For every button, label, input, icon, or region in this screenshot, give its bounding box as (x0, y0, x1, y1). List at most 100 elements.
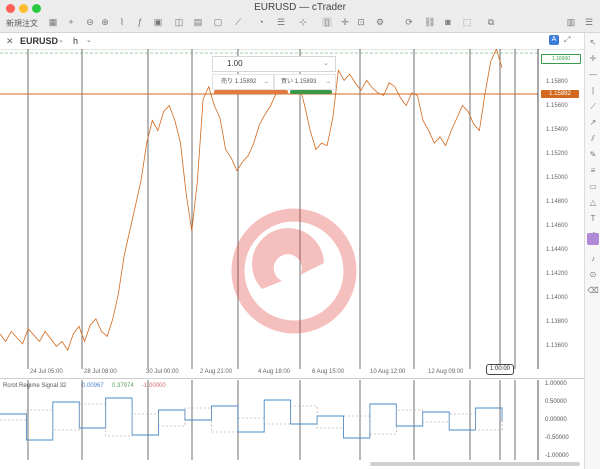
buy-price: 1.15893 (294, 79, 317, 85)
ctrader-logo-watermark: cTrader (231, 208, 357, 334)
screenshot-icon[interactable]: ◙ (443, 17, 453, 27)
window-title: EURUSD — cTrader (254, 2, 346, 13)
camera-icon[interactable]: ◫ (174, 17, 184, 27)
crosshair-icon[interactable]: ✛ (340, 17, 350, 27)
expand-chart-icon[interactable]: ⤢ (564, 35, 570, 45)
fibonacci-tool-icon[interactable]: ≡ (587, 165, 599, 177)
grid-icon[interactable]: ▤ (193, 17, 203, 27)
sell-price: 1.15892 (234, 79, 257, 85)
sell-button[interactable]: 売り 1.15892 → (212, 74, 274, 90)
zoom-in-icon[interactable]: ⊕ (100, 17, 110, 27)
price-tick-label: 1.14000 (546, 295, 568, 301)
oscillator-tick-label: 0.50000 (545, 399, 567, 405)
drawing-icon[interactable]: ▢ (213, 17, 223, 27)
timeframe-selector[interactable]: h (73, 36, 78, 46)
bell-icon[interactable]: ♪ (587, 253, 599, 265)
symbol-selector[interactable]: EURUSD (20, 36, 58, 46)
drawing-tools-panel: ↖ ✛ — | ⟋ ↗ ⫽ ✎ ≡ ▭ △ T ➚ ♪ ⊙ ⌫ (584, 33, 600, 469)
window-titlebar: EURUSD — cTrader 新規注文 ▦ + ⊖ ⊕ ⌇ ƒ ▣ ◫ ▤ … (0, 0, 600, 33)
pointer-mode-icon[interactable]: ▯ (322, 17, 332, 27)
auto-scroll-icon[interactable]: A (549, 35, 559, 45)
time-tick-label: 4 Aug 18:00 (258, 369, 291, 375)
arrow-right-icon: → (325, 79, 331, 85)
top-price-marker: 1.16000 (541, 54, 581, 64)
chart-settings-icon[interactable]: ⚙ (375, 17, 385, 27)
time-tick-label: 30 Jul 00:00 (146, 369, 179, 375)
pointer-tool-icon[interactable]: ↖ (587, 37, 599, 49)
vertical-line-tool-icon[interactable]: | (587, 85, 599, 97)
price-tick-label: 1.13600 (546, 343, 568, 349)
time-tick-label: 24 Jul 05:00 (30, 369, 63, 375)
list-icon[interactable]: ☰ (276, 17, 286, 27)
current-price-label: 1.15892 (541, 90, 579, 98)
crosshair-tool-icon[interactable]: ✛ (587, 53, 599, 65)
detach-icon[interactable]: ⧉ (486, 17, 496, 27)
indicator-series-line (0, 397, 503, 441)
text-tool-icon[interactable]: T (587, 213, 599, 225)
ruler-icon[interactable]: ⊡ (356, 17, 366, 27)
price-tick-label: 1.14200 (546, 271, 568, 277)
price-tick-label: 1.13800 (546, 319, 568, 325)
chevron-down-icon[interactable]: ⌄ (86, 36, 92, 44)
cursor-icon[interactable]: ⊹ (298, 17, 308, 27)
symbol-link-icon[interactable]: ⛓ (424, 17, 435, 27)
price-tick-label: 1.14600 (546, 223, 568, 229)
buy-label: 買い (281, 79, 294, 85)
price-tick-label: 1.15200 (546, 151, 568, 157)
alert-icon[interactable]: ◔ (256, 17, 266, 27)
time-tick-label: 6 Aug 15:00 (312, 369, 345, 375)
template-icon[interactable]: ▣ (153, 17, 163, 27)
indicators-icon[interactable]: ƒ (135, 17, 145, 27)
chevron-down-icon[interactable]: ⌄ (323, 57, 329, 71)
oscillator-tick-label: 0.00000 (545, 417, 567, 423)
new-order-button[interactable]: 新規注文 (6, 18, 38, 29)
price-tick-label: 1.15000 (546, 175, 568, 181)
buy-button[interactable]: 買い 1.15893 → (274, 74, 336, 90)
price-tick-label: 1.14800 (546, 199, 568, 205)
rectangle-tool-icon[interactable]: ▭ (587, 181, 599, 193)
pencil-tool-icon[interactable]: ✎ (587, 149, 599, 161)
trash-icon[interactable]: ⌫ (587, 285, 599, 297)
price-tick-label: 1.15800 (546, 79, 568, 85)
chart-type-icon[interactable]: ⌇ (117, 17, 127, 27)
color-swatch[interactable] (587, 233, 599, 245)
volume-value: 1.00 (227, 59, 243, 68)
oscillator-chart[interactable] (0, 380, 584, 460)
channel-tool-icon[interactable]: ⫽ (587, 133, 599, 145)
horizontal-scrollbar[interactable] (370, 462, 580, 466)
horizontal-line-tool-icon[interactable]: — (587, 69, 599, 81)
share-icon[interactable]: ⬚ (462, 17, 472, 27)
close-chart-icon[interactable]: ✕ (6, 36, 14, 47)
symbol-bar: ✕ EURUSD ⌄ h ⌄ A ⤢ (0, 33, 585, 50)
zoom-out-icon[interactable]: ⊖ (85, 17, 95, 27)
time-tick-label: 2 Aug 21:00 (200, 369, 233, 375)
volume-field[interactable]: 1.00 ⌄ (212, 56, 336, 72)
order-panel: 1.00 ⌄ 売り 1.15892 → 買い 1.15893 → (212, 56, 336, 100)
panel-toggle-icon[interactable]: ▥ (566, 17, 576, 27)
time-tick-label: 12 Aug 09:00 (428, 369, 464, 375)
ray-tool-icon[interactable]: ↗ (587, 117, 599, 129)
menu-icon[interactable]: ☰ (584, 17, 594, 27)
price-tick-label: 1.15400 (546, 127, 568, 133)
layout-icon[interactable]: ▦ (48, 17, 58, 27)
sync-icon[interactable]: ⟳ (404, 17, 414, 27)
time-tick-label: 10 Aug 12:00 (370, 369, 406, 375)
crosshair-time-label: 1:00:00 (486, 364, 515, 375)
price-tick-label: 1.14400 (546, 247, 568, 253)
add-icon[interactable]: + (66, 17, 76, 27)
price-tick-label: 1.15600 (546, 103, 568, 109)
chevron-down-icon[interactable]: ⌄ (58, 36, 64, 44)
indicator-series-line (0, 403, 503, 437)
oscillator-tick-label: -1.00000 (545, 453, 569, 459)
buy-color-strip (290, 90, 332, 94)
trend-icon[interactable]: ⟋ (233, 17, 243, 27)
oscillator-tick-label: -0.50000 (545, 435, 569, 441)
trend-line-tool-icon[interactable]: ⟋ (587, 101, 599, 113)
oscillator-tick-label: 1.00000 (545, 381, 567, 387)
sell-label: 売り (221, 79, 234, 85)
lock-icon[interactable]: ⊙ (587, 269, 599, 281)
indicator-panel-separator (0, 378, 584, 379)
arrow-right-icon: → (263, 79, 269, 85)
triangle-tool-icon[interactable]: △ (587, 197, 599, 209)
time-tick-label: 28 Jul 08:00 (84, 369, 117, 375)
